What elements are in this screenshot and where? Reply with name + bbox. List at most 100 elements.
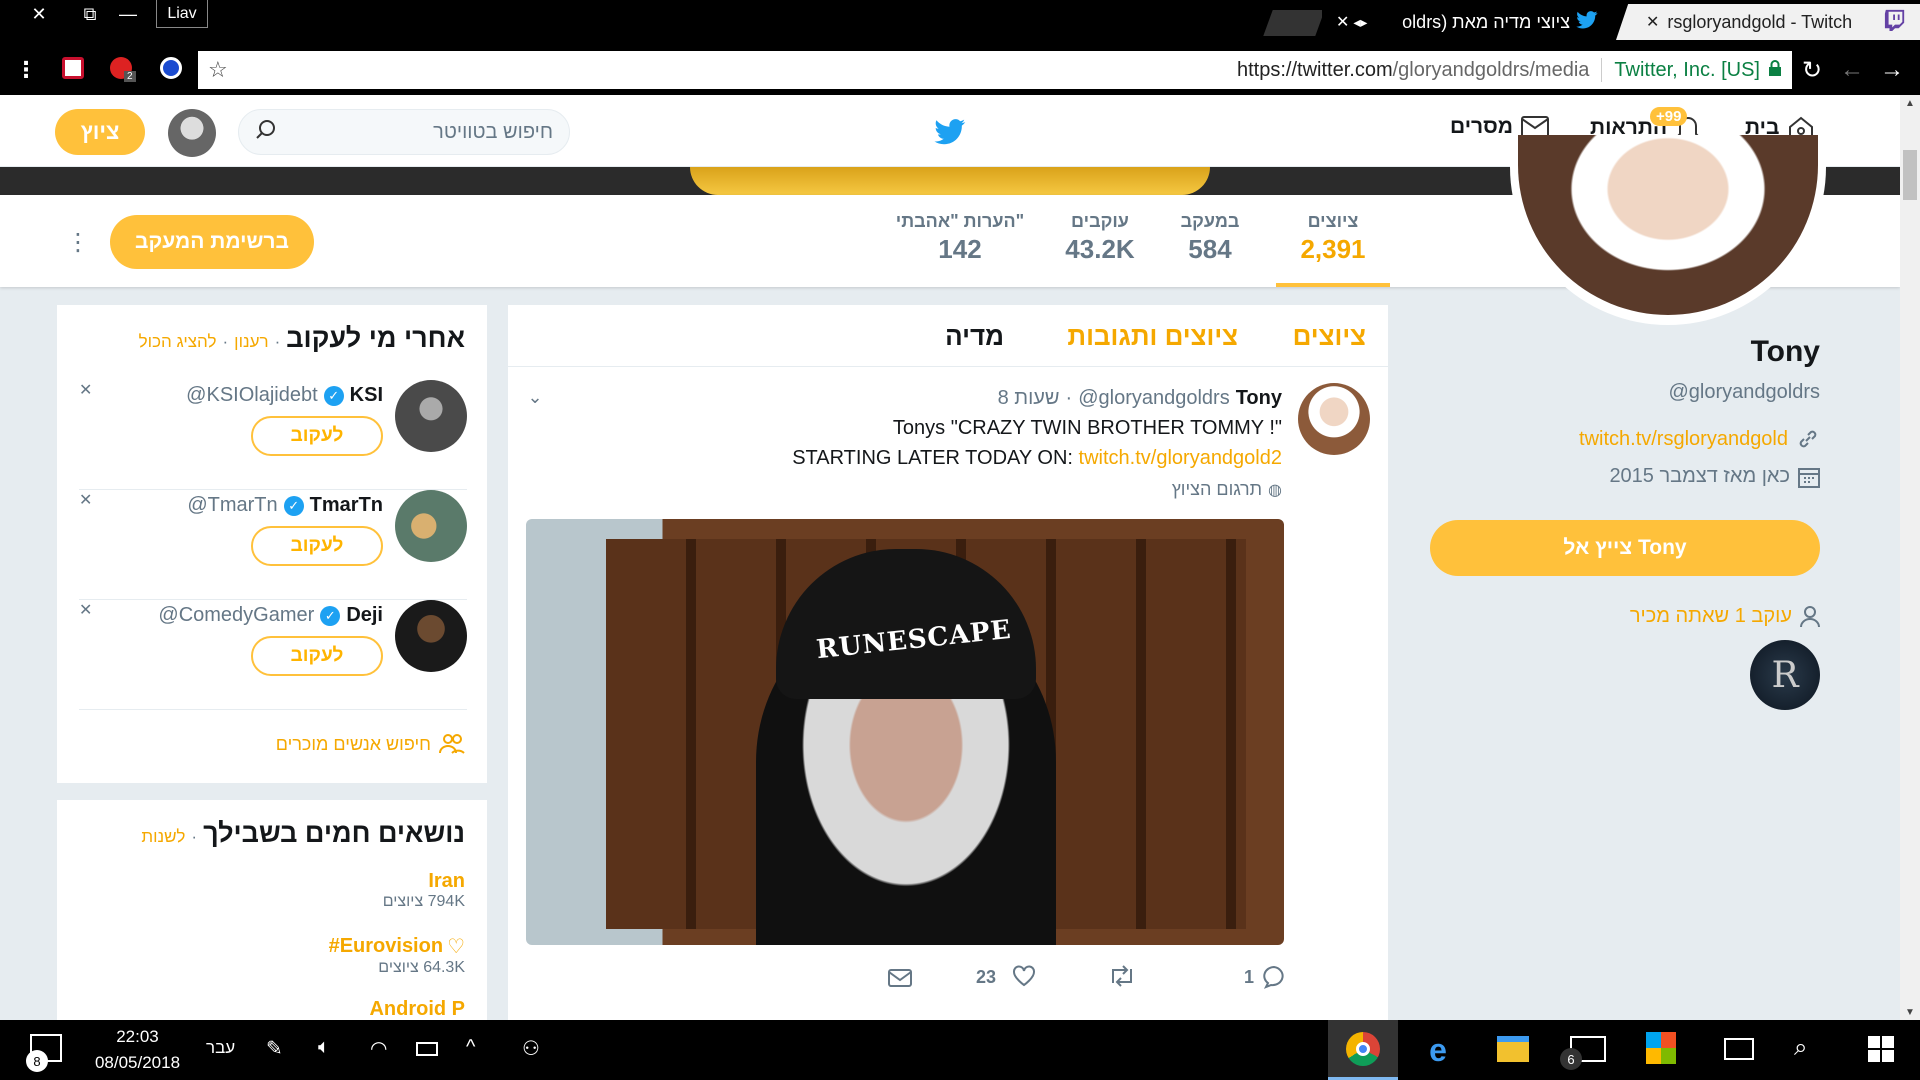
refresh-link[interactable]: רענון <box>234 332 268 352</box>
action-center-icon[interactable]: 8 <box>26 1034 62 1072</box>
forward-icon[interactable]: ← <box>1836 55 1868 85</box>
pen-icon[interactable]: ✎ <box>266 1036 283 1061</box>
start-button[interactable] <box>1868 1036 1894 1062</box>
people-icon[interactable]: ⚇ <box>522 1036 540 1061</box>
find-people-row[interactable]: חיפוש אנשים מוכרים <box>276 733 465 755</box>
certificate-label[interactable]: Twitter, Inc. [US] <box>1614 59 1760 82</box>
dismiss-icon[interactable]: ✕ <box>79 380 92 400</box>
battery-icon[interactable] <box>416 1042 438 1056</box>
search-icon[interactable]: ⌕ <box>1794 1034 1807 1062</box>
tab-close-icon[interactable]: ✕ <box>1646 12 1659 32</box>
volume-muted-icon[interactable]: 🔈︎ <box>318 1036 330 1059</box>
wtf-avatar[interactable] <box>395 490 467 562</box>
wtf-avatar[interactable] <box>395 600 467 672</box>
chevron-up-icon[interactable]: ^ <box>466 1036 475 1059</box>
tweet-avatar[interactable] <box>1298 383 1370 455</box>
profile-handle[interactable]: @gloryandgoldrs <box>1669 381 1821 404</box>
tweet-button[interactable]: ציוץ <box>55 109 145 155</box>
stat-tweets[interactable]: ציוצים 2,391 <box>1276 211 1390 287</box>
wtf-handle[interactable]: @KSIOlajidebt <box>186 384 317 407</box>
view-all-link[interactable]: להציג הכול <box>139 332 217 352</box>
dismiss-icon[interactable]: ✕ <box>79 490 92 510</box>
extension-ublock-icon[interactable]: 2 <box>110 57 136 82</box>
wtf-name[interactable]: Deji <box>346 604 383 627</box>
wtf-handle[interactable]: @TmarTn <box>187 494 277 517</box>
search-placeholder[interactable]: חיפוש בטוויטר <box>277 121 553 144</box>
tweet-link[interactable]: twitch.tv/gloryandgold2 <box>1079 447 1282 469</box>
follow-button[interactable]: לעקוב <box>251 416 383 456</box>
search-icon[interactable] <box>255 118 277 146</box>
scroll-up-icon[interactable]: ▲ <box>1900 95 1920 111</box>
tab-tweets[interactable]: ציוצים <box>1293 321 1366 352</box>
trend-item[interactable]: #Eurovision ♡ 64.3K ציוצים <box>329 934 465 977</box>
wifi-icon[interactable]: ◠ <box>370 1036 387 1061</box>
page-scrollbar[interactable]: ▲ ▼ <box>1900 95 1920 1020</box>
profile-name[interactable]: Tony <box>1751 335 1820 369</box>
follow-button[interactable]: לעקוב <box>251 526 383 566</box>
heart-icon[interactable] <box>1012 965 1036 992</box>
mail-icon[interactable]: 6 <box>1560 1036 1606 1070</box>
profile-button[interactable]: Liav <box>156 0 208 28</box>
wtf-name[interactable]: TmarTn <box>310 494 383 517</box>
window-close-button[interactable]: ✕ <box>8 0 70 28</box>
following-button[interactable]: ברשימת המעקב <box>110 215 314 269</box>
tweet-time[interactable]: 8 שעות <box>998 387 1060 410</box>
follower-avatar-runescape[interactable]: R <box>1750 640 1820 710</box>
store-icon[interactable] <box>1646 1032 1676 1064</box>
trend-name[interactable]: Iran <box>383 870 465 893</box>
stat-following[interactable]: במעקב 584 <box>1170 211 1250 265</box>
stat-likes[interactable]: הערות "אהבתי" 142 <box>890 211 1030 265</box>
new-tab-button[interactable] <box>1263 10 1325 36</box>
tab-tweets-replies[interactable]: ציוצים ותגובות <box>1067 321 1238 352</box>
tweet-author[interactable]: Tony <box>1236 387 1282 410</box>
trend-name[interactable]: Android P <box>369 998 465 1020</box>
stat-followers[interactable]: עוקבים 43.2K <box>1050 211 1150 265</box>
tweet[interactable]: ⌄ 8 שעות · @gloryandgoldrs Tony Tonys "C… <box>508 367 1388 1020</box>
find-people-link[interactable]: חיפוש אנשים מוכרים <box>276 734 431 755</box>
avatar[interactable] <box>168 109 216 157</box>
change-link[interactable]: לשנות <box>141 827 185 847</box>
reply-icon[interactable] <box>1262 965 1286 994</box>
extension-pocket-icon[interactable] <box>62 57 84 79</box>
profile-link[interactable]: twitch.tv/rsgloryandgold <box>1579 428 1788 451</box>
clock[interactable]: 22:03 08/05/2018 <box>90 1024 185 1076</box>
extension-block-icon[interactable] <box>160 57 182 79</box>
tab-twitch[interactable]: ✕ rsgloryandgold - Twitch <box>1616 4 1920 40</box>
wtf-avatar[interactable] <box>395 380 467 452</box>
more-options-icon[interactable]: ⋮ <box>66 217 90 267</box>
taskbar-chrome[interactable] <box>1328 1020 1398 1080</box>
tweet-handle[interactable]: @gloryandgoldrs <box>1078 387 1230 410</box>
tweet-media[interactable]: RUNESCAPE <box>526 519 1284 945</box>
bookmark-star-icon[interactable]: ☆ <box>208 57 228 83</box>
address-field[interactable]: ☆ https://twitter.com/gloryandgoldrs/med… <box>198 51 1792 89</box>
profile-avatar[interactable] <box>1510 135 1826 325</box>
followed-by-text[interactable]: עוקב 1 שאתה מכיר <box>1630 605 1792 628</box>
follow-button[interactable]: לעקוב <box>251 636 383 676</box>
scroll-thumb[interactable] <box>1903 150 1917 200</box>
menu-dots-icon[interactable]: ⋮ <box>15 57 37 83</box>
language-indicator[interactable]: עבר <box>206 1038 235 1058</box>
tab-close-icon[interactable]: ✕ <box>1336 12 1349 32</box>
task-view-icon[interactable] <box>1724 1038 1754 1060</box>
trend-name[interactable]: #Eurovision <box>329 935 443 958</box>
back-icon[interactable]: → <box>1876 55 1908 85</box>
dismiss-icon[interactable]: ✕ <box>79 600 92 620</box>
tab-media[interactable]: מדיה <box>945 321 1004 352</box>
wtf-name[interactable]: KSI <box>350 384 383 407</box>
file-explorer-icon[interactable] <box>1497 1036 1529 1062</box>
window-minimize-button[interactable]: — <box>110 0 146 28</box>
tweet-to-button[interactable]: צייץ אל Tony <box>1430 520 1820 576</box>
window-restore-button[interactable]: ⧉ <box>70 0 110 28</box>
reload-icon[interactable]: ↻ <box>1796 55 1828 85</box>
search-box[interactable]: חיפוש בטוויטר <box>238 109 570 155</box>
tab-twitter[interactable]: ✕ ◂▸ ציוצי מדיה מאת (oldrs <box>1322 4 1612 40</box>
retweet-icon[interactable] <box>1108 965 1136 992</box>
translate-label[interactable]: תרגום הציוץ <box>1172 479 1262 500</box>
twitter-logo-icon[interactable] <box>934 119 966 150</box>
edge-icon[interactable]: e <box>1420 1032 1456 1068</box>
wtf-handle[interactable]: @ComedyGamer <box>158 604 314 627</box>
trend-item[interactable]: Iran 794K ציוצים <box>383 870 465 911</box>
dm-icon[interactable] <box>888 967 912 994</box>
scroll-down-icon[interactable]: ▼ <box>1900 1004 1920 1020</box>
trend-item[interactable]: Android P <box>369 998 465 1020</box>
